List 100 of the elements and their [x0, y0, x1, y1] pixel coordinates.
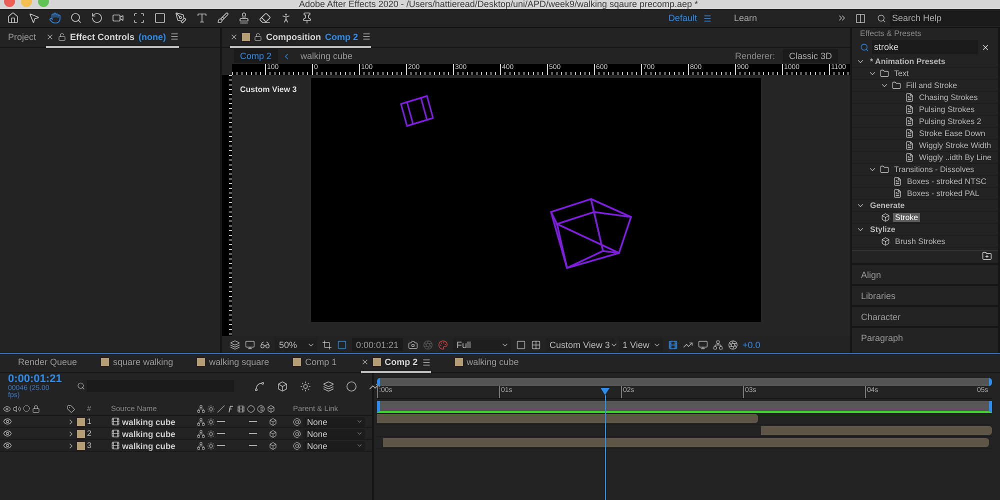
timeline-tab[interactable]: square walking: [101, 353, 174, 373]
draft-3d-icon[interactable]: [276, 380, 288, 392]
home-icon[interactable]: [7, 12, 19, 24]
shy-switch-icon[interactable]: [197, 418, 205, 426]
graph-icon[interactable]: [682, 340, 693, 350]
switch-dash[interactable]: [249, 421, 257, 422]
chevron-icon[interactable]: [880, 81, 889, 90]
camera-icon[interactable]: [112, 12, 124, 24]
tree-item[interactable]: Stroke: [893, 213, 920, 222]
new-folder-icon[interactable]: [982, 251, 992, 261]
breadcrumb-item[interactable]: Comp 2: [234, 49, 278, 63]
brush-icon[interactable]: [217, 12, 229, 24]
timecode-field[interactable]: 0:00:01:21: [352, 338, 403, 351]
frame-blend-icon[interactable]: [322, 380, 334, 392]
tree-item[interactable]: Boxes - stroked NTSC: [905, 177, 989, 186]
cube-icon[interactable]: [269, 418, 277, 426]
workspace-tab[interactable]: Learn: [734, 13, 757, 23]
chevrons-icon[interactable]: [837, 12, 847, 22]
preview-icon[interactable]: [698, 340, 708, 350]
shy-switch-icon[interactable]: [197, 442, 205, 450]
eraser-icon[interactable]: [259, 12, 271, 24]
tree-item[interactable]: Wiggly ..idth By Line: [917, 153, 994, 162]
mask-icon[interactable]: [260, 340, 270, 350]
rotate-icon[interactable]: [91, 12, 103, 24]
chevron-icon[interactable]: [868, 165, 877, 174]
pan-behind-icon[interactable]: [133, 12, 145, 24]
lock-icon[interactable]: [254, 32, 262, 40]
collapsed-panel[interactable]: Libraries: [852, 284, 998, 305]
panel-tab[interactable]: Project: [8, 28, 36, 48]
parent-dropdown[interactable]: None: [303, 440, 365, 450]
zoom-icon[interactable]: [70, 12, 82, 24]
switch-dash[interactable]: [217, 445, 225, 446]
rectangle-icon[interactable]: [154, 12, 166, 24]
tree-item[interactable]: Boxes - stroked PAL: [905, 189, 982, 198]
eye-icon[interactable]: [3, 417, 12, 426]
layer-name[interactable]: walking cube: [122, 416, 176, 426]
timeline-tab[interactable]: Comp 1: [293, 353, 337, 373]
shy-icon[interactable]: [300, 380, 311, 392]
pin-icon[interactable]: [301, 12, 313, 24]
search-field[interactable]: Search Help: [890, 10, 1000, 26]
puppet-icon[interactable]: [280, 12, 292, 24]
flowchart-icon[interactable]: [254, 380, 265, 392]
frame-icon[interactable]: [516, 340, 526, 350]
workspace-tab[interactable]: Default: [668, 13, 697, 23]
current-timecode[interactable]: 0:00:01:21: [8, 373, 62, 385]
renderer-button[interactable]: Classic 3D: [782, 49, 838, 63]
eye-icon[interactable]: [3, 429, 12, 438]
collapsed-panel[interactable]: Paragraph: [852, 326, 998, 347]
collapsed-panel[interactable]: Align: [852, 263, 998, 284]
grid-icon[interactable]: [530, 340, 541, 350]
cube-icon[interactable]: [269, 430, 277, 438]
collapse-icon[interactable]: [207, 430, 215, 438]
tree-item[interactable]: Stroke Ease Down: [917, 129, 988, 138]
tree-item[interactable]: Generate: [868, 201, 907, 210]
collapse-icon[interactable]: [207, 442, 215, 450]
tree-item[interactable]: * Animation Presets: [868, 57, 948, 66]
panel-tab[interactable]: Effect Controls (none): [46, 28, 180, 48]
menu-icon[interactable]: [422, 358, 431, 366]
menu-icon[interactable]: [170, 32, 180, 41]
breadcrumb-item[interactable]: walking cube: [294, 49, 359, 63]
collapse-icon[interactable]: [207, 418, 215, 426]
camera-icon[interactable]: [408, 340, 418, 350]
resolution-dropdown[interactable]: Full: [452, 338, 511, 351]
search-field[interactable]: stroke: [872, 40, 978, 54]
exposure-value[interactable]: +0.0: [742, 340, 760, 350]
playhead-handle[interactable]: [600, 388, 610, 395]
monitor-icon[interactable]: [245, 340, 255, 350]
pen-icon[interactable]: [175, 12, 187, 24]
layer-name[interactable]: walking cube: [122, 440, 176, 450]
work-area-bar[interactable]: [377, 401, 992, 413]
switch-dash[interactable]: [249, 445, 257, 446]
layer-name[interactable]: walking cube: [122, 428, 176, 438]
shy-switch-icon[interactable]: [197, 430, 205, 438]
type-icon[interactable]: [196, 12, 208, 24]
view-dropdown[interactable]: Custom View 3: [546, 338, 614, 351]
timeline-tab[interactable]: walking cube: [454, 353, 519, 373]
tree-item[interactable]: Text: [892, 69, 911, 78]
palette-icon[interactable]: [438, 340, 448, 350]
timeline-tab[interactable]: walking square: [197, 353, 270, 373]
close-icon[interactable]: [230, 32, 238, 40]
tree-item[interactable]: Transitions - Dissolves: [892, 165, 976, 174]
shutter-icon[interactable]: [728, 340, 738, 350]
layers-icon[interactable]: [230, 340, 240, 350]
zoom-dropdown[interactable]: 50%: [275, 338, 317, 351]
hand-icon[interactable]: [49, 12, 61, 24]
pointer-icon[interactable]: [28, 12, 40, 24]
tree-item[interactable]: Brush Strokes: [893, 237, 948, 246]
tree-item[interactable]: Chasing Strokes: [917, 93, 980, 102]
eye-icon[interactable]: [3, 441, 12, 450]
panel-tab[interactable]: Composition Comp 2: [230, 28, 372, 48]
close-icon[interactable]: [360, 358, 369, 366]
menu-icon[interactable]: [702, 14, 712, 22]
close-icon[interactable]: [46, 32, 54, 40]
tree-item[interactable]: Pulsing Strokes: [917, 105, 977, 114]
cube-icon[interactable]: [269, 442, 277, 450]
layout-dropdown[interactable]: 1 View: [618, 338, 663, 351]
timeline-tab[interactable]: Render Queue: [18, 353, 78, 373]
chevron-icon[interactable]: [856, 57, 865, 66]
motion-blur-icon[interactable]: [346, 380, 357, 392]
timeline-tab[interactable]: Comp 2: [360, 353, 431, 373]
